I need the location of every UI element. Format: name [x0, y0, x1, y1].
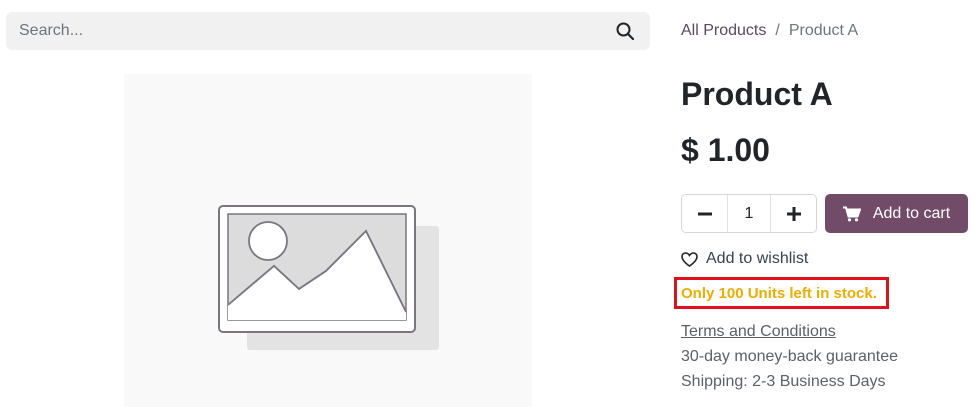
product-price: $ 1.00 — [681, 132, 770, 168]
plus-icon — [786, 206, 801, 221]
increase-quantity-button[interactable] — [771, 195, 816, 232]
search-bar — [6, 12, 650, 50]
product-title: Product A — [681, 76, 833, 112]
stock-warning: Only 100 Units left in stock. — [681, 284, 877, 302]
breadcrumb-current: Product A — [788, 22, 859, 39]
minus-icon — [697, 212, 712, 215]
wishlist-label: Add to wishlist — [706, 250, 809, 267]
breadcrumb-all-products-link[interactable]: All Products — [681, 22, 766, 40]
add-to-wishlist-link[interactable]: Add to wishlist — [681, 250, 808, 268]
breadcrumb: All Products / Product A — [681, 22, 858, 40]
breadcrumb-separator: / — [775, 22, 780, 39]
decrease-quantity-button[interactable] — [682, 195, 727, 232]
cart-icon — [842, 206, 861, 221]
search-icon[interactable] — [614, 20, 636, 42]
heart-icon — [681, 251, 698, 267]
quantity-input[interactable] — [727, 195, 771, 232]
image-placeholder-icon — [218, 205, 439, 350]
stock-highlight-box: Only 100 Units left in stock. — [674, 277, 889, 309]
quantity-stepper — [681, 194, 817, 233]
shipping-text: Shipping: 2-3 Business Days — [681, 373, 886, 390]
guarantee-text: 30-day money-back guarantee — [681, 348, 899, 365]
add-to-cart-button[interactable]: Add to cart — [825, 194, 968, 233]
product-image-panel — [124, 74, 532, 407]
search-input[interactable] — [19, 12, 579, 50]
add-to-cart-label: Add to cart — [872, 204, 951, 222]
terms-link[interactable]: Terms and Conditions — [681, 323, 836, 341]
